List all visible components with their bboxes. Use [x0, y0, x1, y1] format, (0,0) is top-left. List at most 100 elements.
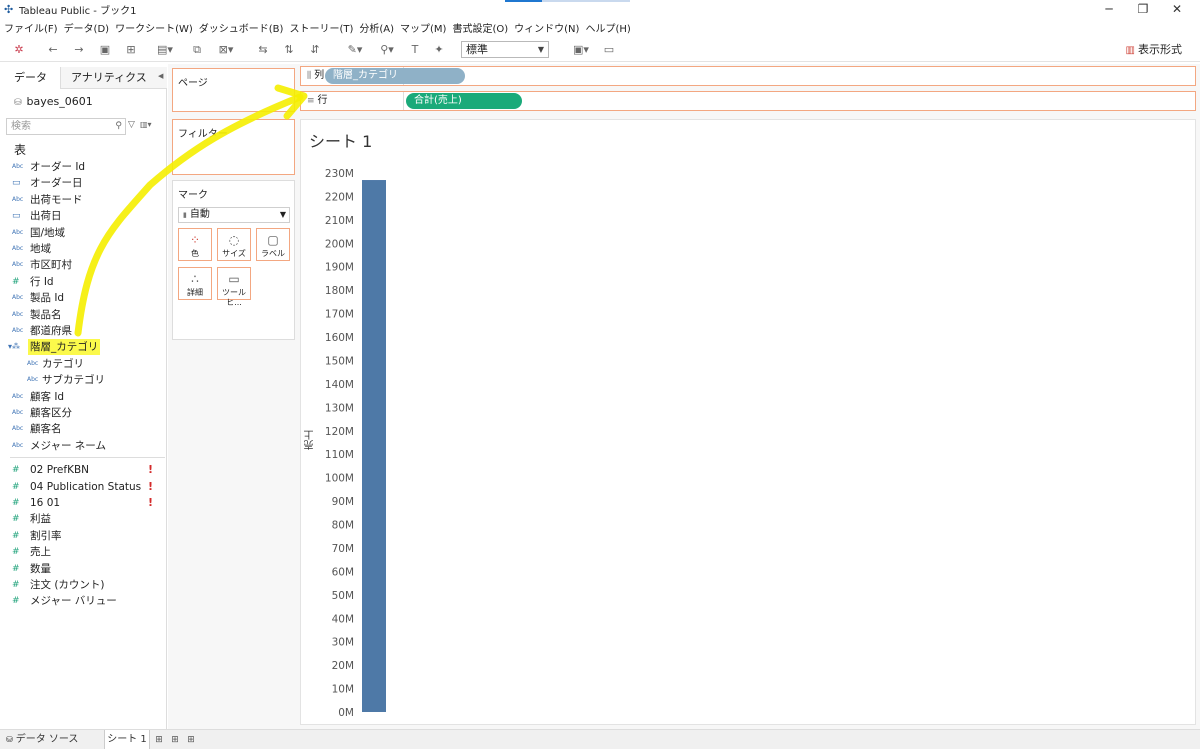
field-name: 市区町村 [30, 259, 72, 272]
color-button[interactable]: ⁘ 色 [178, 228, 212, 261]
filter-icon[interactable]: ▽ [128, 120, 135, 130]
duplicate-sheet-icon[interactable]: ⧉ [190, 42, 204, 58]
tab-analytics[interactable]: アナリティクス [60, 67, 167, 89]
field-item[interactable]: ▾⁂ 階層_カテゴリ [0, 339, 167, 356]
view-options-icon[interactable]: ▥▾ [140, 120, 152, 129]
group-icon[interactable]: ⚲▾ [376, 42, 398, 58]
new-worksheet-icon[interactable]: ▤▾ [156, 42, 174, 58]
redo-icon[interactable]: → [72, 42, 86, 58]
field-item[interactable]: # 割引率 [0, 528, 167, 544]
swap-icon[interactable]: ⇆ [256, 42, 270, 58]
label-button[interactable]: ▢ ラベル [256, 228, 290, 261]
field-item[interactable]: ▭ オーダー日 [0, 175, 167, 191]
sort-asc-icon[interactable]: ⇅ [282, 42, 296, 58]
field-item[interactable]: # メジャー バリュー [0, 593, 167, 609]
presentation-icon[interactable]: ▭ [602, 42, 616, 58]
tableau-home-icon[interactable]: ✲ [12, 42, 26, 58]
pages-shelf[interactable]: ページ [172, 68, 295, 112]
data-pane: データ アナリティクス ◀ ⛁ bayes_0601 検索 ⚲ ▽ ▥▾ 表 Ab… [0, 67, 167, 729]
y-tick-label: 0M [338, 707, 354, 719]
new-datasource-icon[interactable]: ⊞ [124, 42, 138, 58]
y-tick-label: 30M [332, 637, 354, 649]
field-name: メジャー バリュー [30, 595, 117, 608]
new-worksheet-tab-icon[interactable]: ⊞ [152, 730, 166, 749]
search-input[interactable]: 検索 ⚲ [6, 118, 126, 135]
clear-sheet-icon[interactable]: ⊠▾ [214, 42, 238, 58]
menu-window[interactable]: ウィンドウ(N) [514, 20, 579, 35]
mark-type-select[interactable]: ▮ 自動 ▼ [178, 207, 290, 223]
field-item[interactable]: Abc 顧客区分 [0, 405, 167, 421]
y-tick-label: 10M [332, 684, 354, 696]
columns-pill-hierarchy[interactable]: 階層_カテゴリ [325, 68, 465, 84]
filters-shelf-title: フィルター [178, 129, 228, 140]
label-icon[interactable]: T [408, 42, 422, 58]
field-name: 16 01 [30, 497, 61, 509]
menu-dashboard[interactable]: ダッシュボード(B) [199, 20, 284, 35]
new-dashboard-tab-icon[interactable]: ⊞ [168, 730, 182, 749]
field-item[interactable]: Abc 製品 Id [0, 290, 167, 306]
menu-story[interactable]: ストーリー(T) [289, 20, 353, 35]
field-item[interactable]: # 売上 [0, 544, 167, 560]
pin-icon[interactable]: ✦ [432, 42, 446, 58]
datasource-tab-icon: ⛁ [6, 735, 13, 744]
y-tick-label: 20M [332, 660, 354, 672]
field-item[interactable]: # 注文 (カウント) [0, 577, 167, 593]
field-item[interactable]: Abc メジャー ネーム [0, 438, 167, 454]
label-text-icon: ▢ [267, 233, 279, 247]
menu-worksheet[interactable]: ワークシート(W) [115, 20, 193, 35]
field-item[interactable]: Abc 市区町村 [0, 257, 167, 273]
field-item[interactable]: #04 Publication Status! [0, 479, 167, 495]
save-icon[interactable]: ▣ [98, 42, 112, 58]
show-me-button[interactable]: ▥ 表示形式 [1126, 42, 1182, 59]
highlight-icon[interactable]: ✎▾ [344, 42, 366, 58]
menu-file[interactable]: ファイル(F) [4, 20, 58, 35]
field-item[interactable]: Abc 地域 [0, 241, 167, 257]
field-item[interactable]: Abc 国/地域 [0, 225, 167, 241]
show-cards-icon[interactable]: ▣▾ [570, 42, 592, 58]
menu-analysis[interactable]: 分析(A) [359, 20, 394, 35]
menu-format[interactable]: 書式設定(O) [452, 20, 508, 35]
size-button[interactable]: ◌ サイズ [217, 228, 251, 261]
fit-select[interactable]: 標準 ▼ [461, 41, 549, 58]
sort-desc-icon[interactable]: ⇵ [308, 42, 322, 58]
menu-help[interactable]: ヘルプ(H) [585, 20, 630, 35]
new-story-tab-icon[interactable]: ⊞ [184, 730, 198, 749]
columns-shelf[interactable]: ⫼ 列 階層_カテゴリ [300, 66, 1196, 86]
tab-data[interactable]: データ [0, 67, 60, 89]
title-accent [505, 0, 542, 2]
undo-icon[interactable]: ← [46, 42, 60, 58]
rows-pill-sum-sales[interactable]: 合計(売上) [406, 93, 522, 109]
filters-shelf[interactable]: フィルター [172, 119, 295, 175]
field-item[interactable]: Abc 都道府県 [0, 323, 167, 339]
close-icon[interactable]: ✕ [1154, 0, 1200, 18]
sheet-tab[interactable]: シート 1 [104, 730, 150, 749]
string-type-icon: Abc [27, 376, 39, 384]
field-item[interactable]: #16 01! [0, 495, 167, 511]
y-tick-label: 160M [325, 332, 354, 344]
collapse-pane-icon[interactable]: ◀ [158, 72, 163, 80]
field-item[interactable]: Abc 顧客 Id [0, 389, 167, 405]
field-item[interactable]: Abc 製品名 [0, 307, 167, 323]
field-item[interactable]: ▭ 出荷日 [0, 208, 167, 224]
menu-data[interactable]: データ(D) [64, 20, 110, 35]
field-item[interactable]: # 数量 [0, 561, 167, 577]
field-item[interactable]: # 行 Id [0, 274, 167, 290]
field-item[interactable]: Abc 顧客名 [0, 421, 167, 437]
field-item[interactable]: Abc サブカテゴリ [0, 372, 167, 388]
rows-shelf[interactable]: ≡ 行 合計(売上) [300, 91, 1196, 111]
menu-map[interactable]: マップ(M) [400, 20, 446, 35]
field-item[interactable]: #02 PrefKBN! [0, 462, 167, 478]
tooltip-button[interactable]: ▭ ツールヒ... [217, 267, 251, 307]
field-name: 出荷モード [30, 193, 83, 206]
size-icon: ◌ [228, 233, 240, 247]
field-item[interactable]: # 利益 [0, 511, 167, 527]
detail-button[interactable]: ∴ 詳細 [178, 267, 212, 300]
field-name: 製品 Id [30, 292, 65, 305]
number-type-icon: # [12, 514, 20, 525]
bar-mark[interactable] [362, 180, 386, 713]
field-item[interactable]: Abc オーダー Id [0, 159, 167, 175]
datasource-tab[interactable]: ⛁ データ ソース [6, 730, 78, 749]
field-item[interactable]: Abc カテゴリ [0, 356, 167, 372]
datasource-item[interactable]: ⛁ bayes_0601 [14, 95, 93, 108]
field-item[interactable]: Abc 出荷モード [0, 192, 167, 208]
